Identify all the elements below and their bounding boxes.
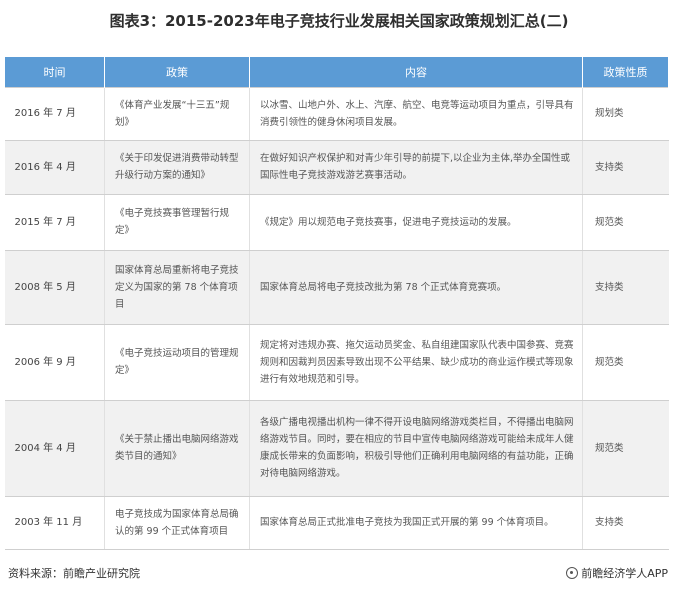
table-row: 2016 年 4 月 《关于印发促进消费带动转型升级行动方案的通知》 在做好知识… <box>4 140 669 195</box>
policy-table-container: 时间 政策 内容 政策性质 2016 年 7 月 《体育产业发展“十三五”规划》… <box>4 57 669 551</box>
cell-time: 2008 年 5 月 <box>4 250 105 325</box>
header-time: 时间 <box>4 57 105 87</box>
table-row: 2003 年 11 月 电子竞技成为国家体育总局确认的第 99 个正式体育项目 … <box>4 496 669 550</box>
cell-nature: 支持类 <box>582 496 669 550</box>
table-row: 2004 年 4 月 《关于禁止播出电脑网络游戏类节目的通知》 各级广播电视播出… <box>4 400 669 497</box>
cell-content: 以冰雪、山地户外、水上、汽摩、航空、电竞等运动项目为重点，引导具有消费引领性的健… <box>249 86 583 141</box>
cell-policy: 《体育产业发展“十三五”规划》 <box>104 86 250 141</box>
cell-policy: 《电子竞技赛事管理暂行规定》 <box>104 194 250 251</box>
cell-policy: 《关于禁止播出电脑网络游戏类节目的通知》 <box>104 400 250 497</box>
cell-time: 2003 年 11 月 <box>4 496 105 550</box>
cell-nature: 规划类 <box>582 86 669 141</box>
header-policy: 政策 <box>104 57 250 87</box>
cell-nature: 规范类 <box>582 194 669 251</box>
cell-time: 2016 年 7 月 <box>4 86 105 141</box>
cell-content: 《规定》用以规范电子竞技赛事，促进电子竞技运动的发展。 <box>249 194 583 251</box>
cell-policy: 国家体育总局重新将电子竞技定义为国家的第 78 个体育项目 <box>104 250 250 325</box>
cell-time: 2015 年 7 月 <box>4 194 105 251</box>
cell-policy: 《关于印发促进消费带动转型升级行动方案的通知》 <box>104 140 250 195</box>
policy-table: 时间 政策 内容 政策性质 2016 年 7 月 《体育产业发展“十三五”规划》… <box>4 57 669 550</box>
brand-logo-icon <box>566 567 579 579</box>
cell-nature: 支持类 <box>582 250 669 325</box>
page-title: 图表3：2015-2023年电子竞技行业发展相关国家政策规划汇总(二) <box>109 12 569 30</box>
table-row: 2006 年 9 月 《电子竞技运动项目的管理规定》 规定将对违规办赛、拖欠运动… <box>4 324 669 401</box>
table-row: 2008 年 5 月 国家体育总局重新将电子竞技定义为国家的第 78 个体育项目… <box>4 250 669 325</box>
header-content: 内容 <box>249 57 583 87</box>
cell-content: 规定将对违规办赛、拖欠运动员奖金、私自组建国家队代表中国参赛、竞赛规则和因裁判员… <box>249 324 583 401</box>
cell-content: 各级广播电视播出机构一律不得开设电脑网络游戏类栏目，不得播出电脑网络游戏节目。同… <box>249 400 583 497</box>
cell-nature: 规范类 <box>582 324 669 401</box>
brand-name: 前瞻经济学人APP <box>581 567 668 580</box>
header-nature: 政策性质 <box>582 57 669 87</box>
table-row: 2016 年 7 月 《体育产业发展“十三五”规划》 以冰雪、山地户外、水上、汽… <box>4 86 669 141</box>
cell-content: 国家体育总局将电子竞技改批为第 78 个正式体育竞赛项。 <box>249 250 583 325</box>
cell-policy: 电子竞技成为国家体育总局确认的第 99 个正式体育项目 <box>104 496 250 550</box>
cell-time: 2016 年 4 月 <box>4 140 105 195</box>
cell-content: 在做好知识产权保护和对青少年引导的前提下,以企业为主体,举办全国性或国际性电子竞… <box>249 140 583 195</box>
cell-nature: 规范类 <box>582 400 669 497</box>
brand-footer: 前瞻经济学人APP <box>566 565 668 581</box>
table-row: 2015 年 7 月 《电子竞技赛事管理暂行规定》 《规定》用以规范电子竞技赛事… <box>4 194 669 251</box>
cell-time: 2004 年 4 月 <box>4 400 105 497</box>
cell-time: 2006 年 9 月 <box>4 324 105 401</box>
table-header-row: 时间 政策 内容 政策性质 <box>4 57 669 87</box>
cell-nature: 支持类 <box>582 140 669 195</box>
source-note: 资料来源：前瞻产业研究院 <box>8 567 140 580</box>
cell-content: 国家体育总局正式批准电子竞技为我国正式开展的第 99 个体育项目。 <box>249 496 583 550</box>
cell-policy: 《电子竞技运动项目的管理规定》 <box>104 324 250 401</box>
